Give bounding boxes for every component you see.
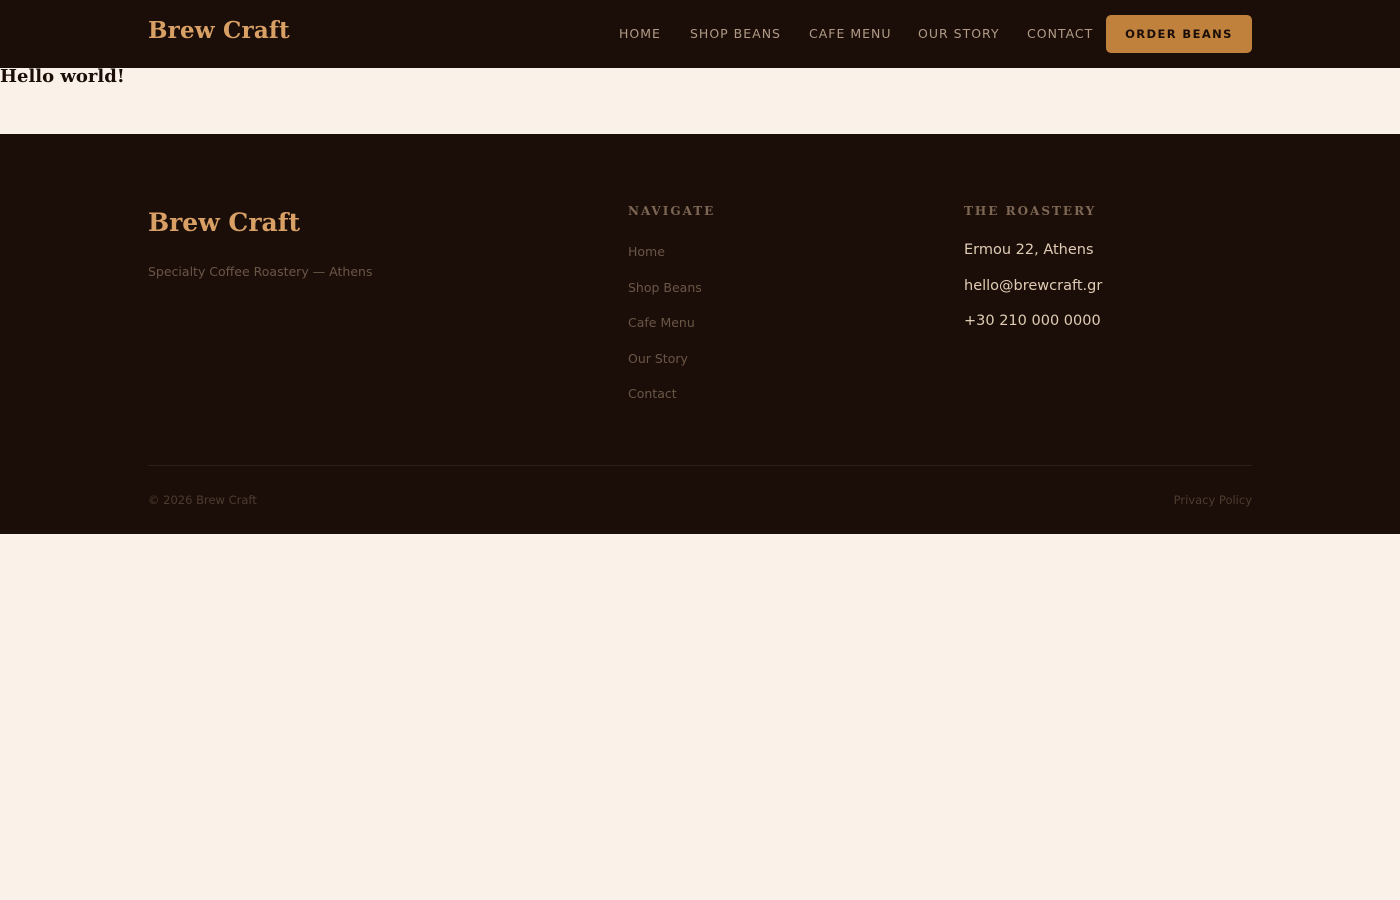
footer-navigate-heading: NAVIGATE — [628, 204, 716, 218]
footer-brand-logo: Brew Craft — [148, 208, 301, 237]
footer-link-contact[interactable]: Contact — [628, 386, 677, 401]
brand-logo[interactable]: Brew Craft — [148, 17, 290, 44]
order-beans-button[interactable]: ORDER BEANS — [1106, 15, 1252, 53]
footer-tagline: Specialty Coffee Roastery — Athens — [148, 264, 373, 279]
nav-shop-beans[interactable]: SHOP BEANS — [690, 26, 781, 41]
page-heading: Hello world! — [0, 66, 125, 87]
top-navigation-bar: Brew Craft HOME SHOP BEANS CAFE MENU OUR… — [0, 0, 1400, 68]
site-footer: Brew Craft Specialty Coffee Roastery — A… — [0, 134, 1400, 534]
nav-home[interactable]: HOME — [619, 26, 661, 41]
footer-link-cafe-menu[interactable]: Cafe Menu — [628, 315, 695, 330]
nav-contact[interactable]: CONTACT — [1027, 26, 1093, 41]
nav-cafe-menu[interactable]: CAFE MENU — [809, 26, 892, 41]
footer-divider — [148, 465, 1252, 466]
footer-roastery-heading: THE ROASTERY — [964, 204, 1097, 218]
footer-link-home[interactable]: Home — [628, 244, 665, 259]
footer-phone[interactable]: +30 210 000 0000 — [964, 313, 1101, 329]
footer-email[interactable]: hello@brewcraft.gr — [964, 278, 1102, 294]
footer-link-our-story[interactable]: Our Story — [628, 351, 688, 366]
footer-address: Ermou 22, Athens — [964, 242, 1094, 258]
privacy-policy-link[interactable]: Privacy Policy — [1174, 493, 1252, 507]
footer-link-shop-beans[interactable]: Shop Beans — [628, 280, 702, 295]
footer-copyright: © 2026 Brew Craft — [148, 493, 257, 507]
nav-our-story[interactable]: OUR STORY — [918, 26, 1000, 41]
